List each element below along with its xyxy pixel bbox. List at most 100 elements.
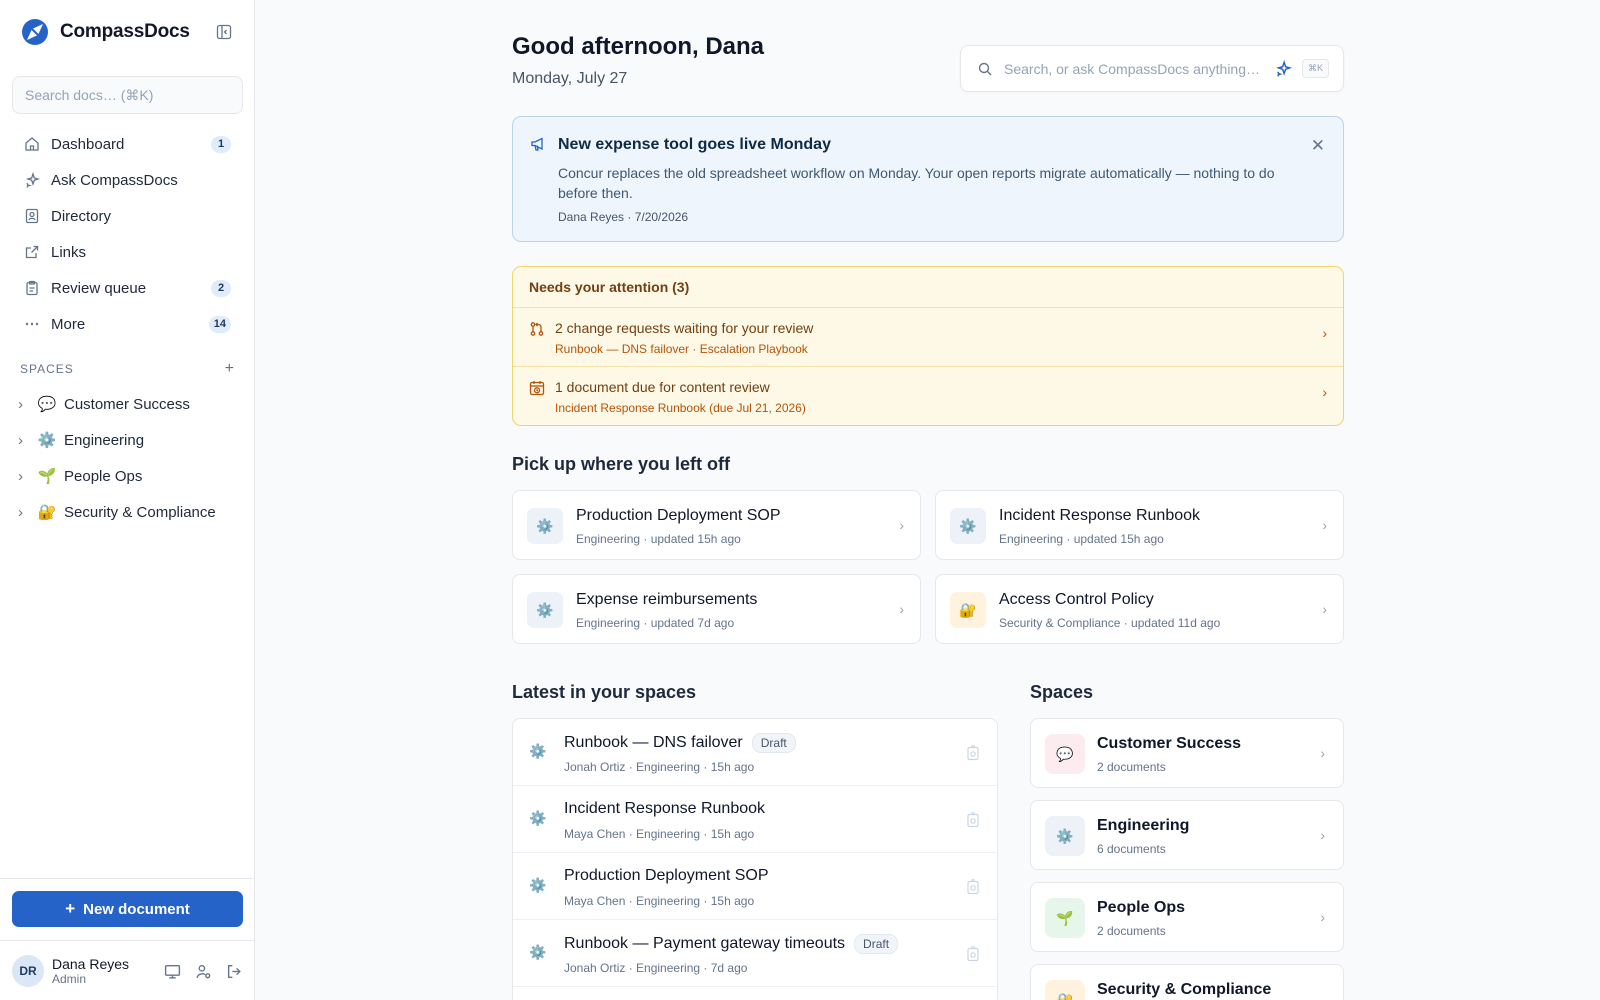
user-role: Admin (52, 972, 87, 986)
user-info: Dana Reyes Admin (52, 956, 164, 986)
sparkles-icon[interactable] (1274, 59, 1292, 78)
space-card-count: 2 documents (1097, 760, 1166, 774)
latest-item-title: Production Deployment SOP (564, 867, 769, 884)
lock-key-icon: 🔐 (1045, 980, 1085, 1000)
chevron-right-icon: › (1322, 325, 1327, 341)
gear-icon: ⚙️ (950, 508, 986, 544)
global-search-placeholder: Search, or ask CompassDocs anything… (1004, 60, 1260, 77)
user-actions (164, 963, 243, 980)
space-card-title: People Ops (1097, 899, 1186, 916)
sign-out-icon[interactable] (226, 963, 243, 980)
gear-icon: ⚙️ (529, 944, 547, 960)
global-search-input[interactable]: Search, or ask CompassDocs anything… ⌘K (960, 45, 1344, 92)
announcement-banner: New expense tool goes live Monday Concur… (512, 116, 1344, 242)
chevron-right-icon: › (899, 601, 904, 617)
recent-doc-card[interactable]: ⚙️ Expense reimbursements Engineering · … (512, 574, 921, 644)
chevron-right-icon[interactable]: › (18, 396, 30, 413)
avatar[interactable]: DR (12, 955, 44, 987)
contact-book-icon (25, 208, 39, 224)
recent-doc-card[interactable]: ⚙️ Incident Response Runbook Engineering… (935, 490, 1344, 560)
sidebar-search-placeholder: Search docs… (⌘K) (25, 86, 154, 103)
space-item-security-compliance[interactable]: › 🔐 Security & Compliance (18, 494, 243, 530)
external-link-icon (25, 245, 39, 259)
compass-logo-icon (22, 19, 48, 45)
attention-item-change-requests[interactable]: 2 change requests waiting for your revie… (513, 308, 1343, 367)
space-card-people-ops[interactable]: 🌱 People Ops 2 documents › (1030, 882, 1344, 952)
user-settings-icon[interactable] (195, 963, 212, 980)
space-label: Engineering (64, 431, 145, 449)
new-document-button[interactable]: + New document (12, 891, 243, 927)
recent-doc-title: Production Deployment SOP (576, 507, 781, 524)
brand[interactable]: CompassDocs (20, 16, 240, 48)
watch-icon[interactable] (965, 812, 981, 828)
chevron-right-icon: › (1322, 517, 1327, 533)
chevron-right-icon[interactable]: › (18, 504, 30, 521)
latest-item-meta: Jonah Ortiz · Engineering · 15h ago (564, 760, 755, 774)
recent-doc-meta: Engineering · updated 15h ago (576, 532, 741, 546)
chevron-right-icon[interactable]: › (18, 468, 30, 485)
recent-doc-card[interactable]: ⚙️ Production Deployment SOP Engineering… (512, 490, 921, 560)
nav-item-more[interactable]: More 14 (12, 306, 243, 342)
space-label: People Ops (64, 467, 143, 485)
user-panel: DR Dana Reyes Admin (12, 952, 243, 990)
sparkles-icon (25, 172, 40, 188)
add-space-icon[interactable]: + (225, 361, 235, 377)
sidebar: CompassDocs Search docs… (⌘K) Dashboard … (0, 0, 255, 1000)
gear-icon: ⚙️ (527, 592, 563, 628)
chevron-right-icon: › (1320, 745, 1325, 761)
spaces-heading: SPACES + (20, 361, 235, 377)
watch-icon[interactable] (965, 946, 981, 962)
attention-item-title: 1 document due for content review (555, 379, 770, 395)
gear-icon: ⚙️ (37, 432, 57, 449)
gear-icon: ⚙️ (529, 743, 547, 759)
list-item[interactable]: ⚙️ Runbook — Payment gateway timeouts Dr… (513, 920, 997, 987)
space-item-engineering[interactable]: › ⚙️ Engineering (18, 422, 243, 458)
ellipsis-icon (25, 322, 39, 326)
chevron-right-icon[interactable]: › (18, 432, 30, 449)
nav-item-ask[interactable]: Ask CompassDocs (12, 162, 243, 198)
nav-label: Review queue (51, 279, 147, 297)
chevron-right-icon: › (1320, 827, 1325, 843)
list-item[interactable]: ⚙️ Production Deployment SOP Maya Chen ·… (513, 853, 997, 920)
close-icon[interactable]: ✕ (1311, 137, 1325, 154)
space-item-people-ops[interactable]: › 🌱 People Ops (18, 458, 243, 494)
nav-item-directory[interactable]: Directory (12, 198, 243, 234)
list-item[interactable]: ⚙️ Runbook — DNS failover Draft Jonah Or… (513, 719, 997, 786)
watch-icon[interactable] (965, 745, 981, 761)
megaphone-icon (531, 137, 543, 151)
nav-label: Ask CompassDocs (51, 171, 178, 189)
announcement-title: New expense tool goes live Monday (558, 136, 831, 153)
nav-item-review-queue[interactable]: Review queue 2 (12, 270, 243, 306)
sidebar-nav: Dashboard 1 Ask CompassDocs Directory Li… (12, 126, 243, 342)
nav-item-dashboard[interactable]: Dashboard 1 (12, 126, 243, 162)
seedling-icon: 🌱 (1045, 898, 1085, 938)
latest-item-meta: Maya Chen · Engineering · 15h ago (564, 827, 755, 841)
gear-icon: ⚙️ (529, 810, 547, 826)
space-card-engineering[interactable]: ⚙️ Engineering 6 documents › (1030, 800, 1344, 870)
latest-item-title-row: Runbook — Payment gateway timeouts Draft (564, 934, 899, 954)
search-icon (978, 62, 992, 75)
collapse-sidebar-icon[interactable] (216, 24, 232, 40)
attention-item-content-review[interactable]: 1 document due for content review Incide… (513, 367, 1343, 425)
space-card-customer-success[interactable]: 💬 Customer Success 2 documents › (1030, 718, 1344, 788)
space-card-title: Security & Compliance (1097, 981, 1272, 998)
gear-icon: ⚙️ (1045, 816, 1085, 856)
latest-item-title-row: Production Deployment SOP (564, 867, 769, 885)
divider (0, 878, 255, 879)
nav-label: Dashboard (51, 135, 125, 153)
latest-item-title-row: Runbook — DNS failover Draft (564, 733, 796, 753)
latest-item-meta: Jonah Ortiz · Engineering · 7d ago (564, 961, 748, 975)
watch-icon[interactable] (965, 879, 981, 895)
spaces-section-title: Spaces (1030, 682, 1094, 702)
recent-doc-card[interactable]: 🔐 Access Control Policy Security & Compl… (935, 574, 1344, 644)
recent-doc-meta: Engineering · updated 15h ago (999, 532, 1164, 546)
sidebar-search-input[interactable]: Search docs… (⌘K) (12, 76, 243, 114)
nav-item-links[interactable]: Links (12, 234, 243, 270)
space-card-security-compliance[interactable]: 🔐 Security & Compliance (1030, 964, 1344, 1000)
monitor-icon[interactable] (164, 963, 181, 980)
list-item[interactable]: ⚙️ Incident Response Runbook Maya Chen ·… (513, 786, 997, 853)
attention-item-sub: Runbook — DNS failover · Escalation Play… (555, 342, 808, 356)
space-item-customer-success[interactable]: › 💬 Customer Success (18, 386, 243, 422)
nav-count-badge: 1 (211, 135, 231, 153)
recent-doc-title: Access Control Policy (999, 591, 1154, 608)
